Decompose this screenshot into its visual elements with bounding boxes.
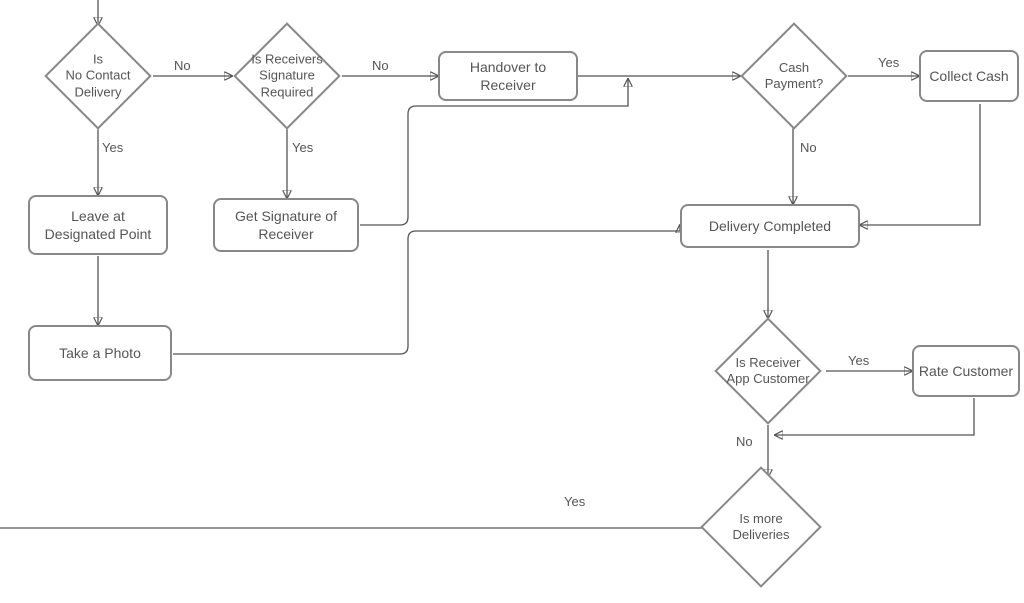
flowchart-canvas: IsNo ContactDelivery Is ReceiversSignatu… xyxy=(0,0,1024,585)
process-take-photo: Take a Photo xyxy=(28,325,172,381)
decision-no-contact-delivery: IsNo ContactDelivery xyxy=(44,22,151,129)
decision-app-customer-text: Is ReceiverApp Customer xyxy=(708,355,828,388)
decision-more-deliveries: Is moreDeliveries xyxy=(700,466,822,588)
process-handover-to-receiver-text: Handover to Receiver xyxy=(444,58,572,94)
edge-label-cash-yes: Yes xyxy=(878,55,899,70)
edge-label-sig-yes: Yes xyxy=(292,140,313,155)
process-get-signature: Get Signature of Receiver xyxy=(213,198,359,252)
process-rate-customer: Rate Customer xyxy=(912,345,1020,397)
edge-label-app-no: No xyxy=(736,434,753,449)
process-handover-to-receiver: Handover to Receiver xyxy=(438,51,578,101)
decision-cash-payment-text: CashPayment? xyxy=(734,60,854,93)
edge-label-cash-no: No xyxy=(800,140,817,155)
edge-label-no-contact-no: No xyxy=(174,58,191,73)
process-leave-designated-point-text: Leave at Designated Point xyxy=(34,207,162,243)
decision-app-customer: Is ReceiverApp Customer xyxy=(714,317,821,424)
edge-label-more-yes: Yes xyxy=(564,494,585,509)
process-collect-cash-text: Collect Cash xyxy=(929,67,1008,85)
decision-more-deliveries-text: Is moreDeliveries xyxy=(701,511,821,544)
edge-label-sig-no: No xyxy=(372,58,389,73)
process-collect-cash: Collect Cash xyxy=(919,50,1019,102)
edge-label-app-yes: Yes xyxy=(848,353,869,368)
decision-no-contact-delivery-text: IsNo ContactDelivery xyxy=(38,52,158,101)
decision-signature-required: Is ReceiversSignatureRequired xyxy=(233,22,340,129)
process-delivery-completed: Delivery Completed xyxy=(680,204,860,248)
process-get-signature-text: Get Signature of Receiver xyxy=(219,207,353,243)
process-rate-customer-text: Rate Customer xyxy=(919,362,1013,380)
decision-signature-required-text: Is ReceiversSignatureRequired xyxy=(227,52,347,101)
process-take-photo-text: Take a Photo xyxy=(59,344,141,362)
edge-label-no-contact-yes: Yes xyxy=(102,140,123,155)
process-leave-designated-point: Leave at Designated Point xyxy=(28,195,168,255)
decision-cash-payment: CashPayment? xyxy=(740,22,847,129)
process-delivery-completed-text: Delivery Completed xyxy=(709,217,831,235)
